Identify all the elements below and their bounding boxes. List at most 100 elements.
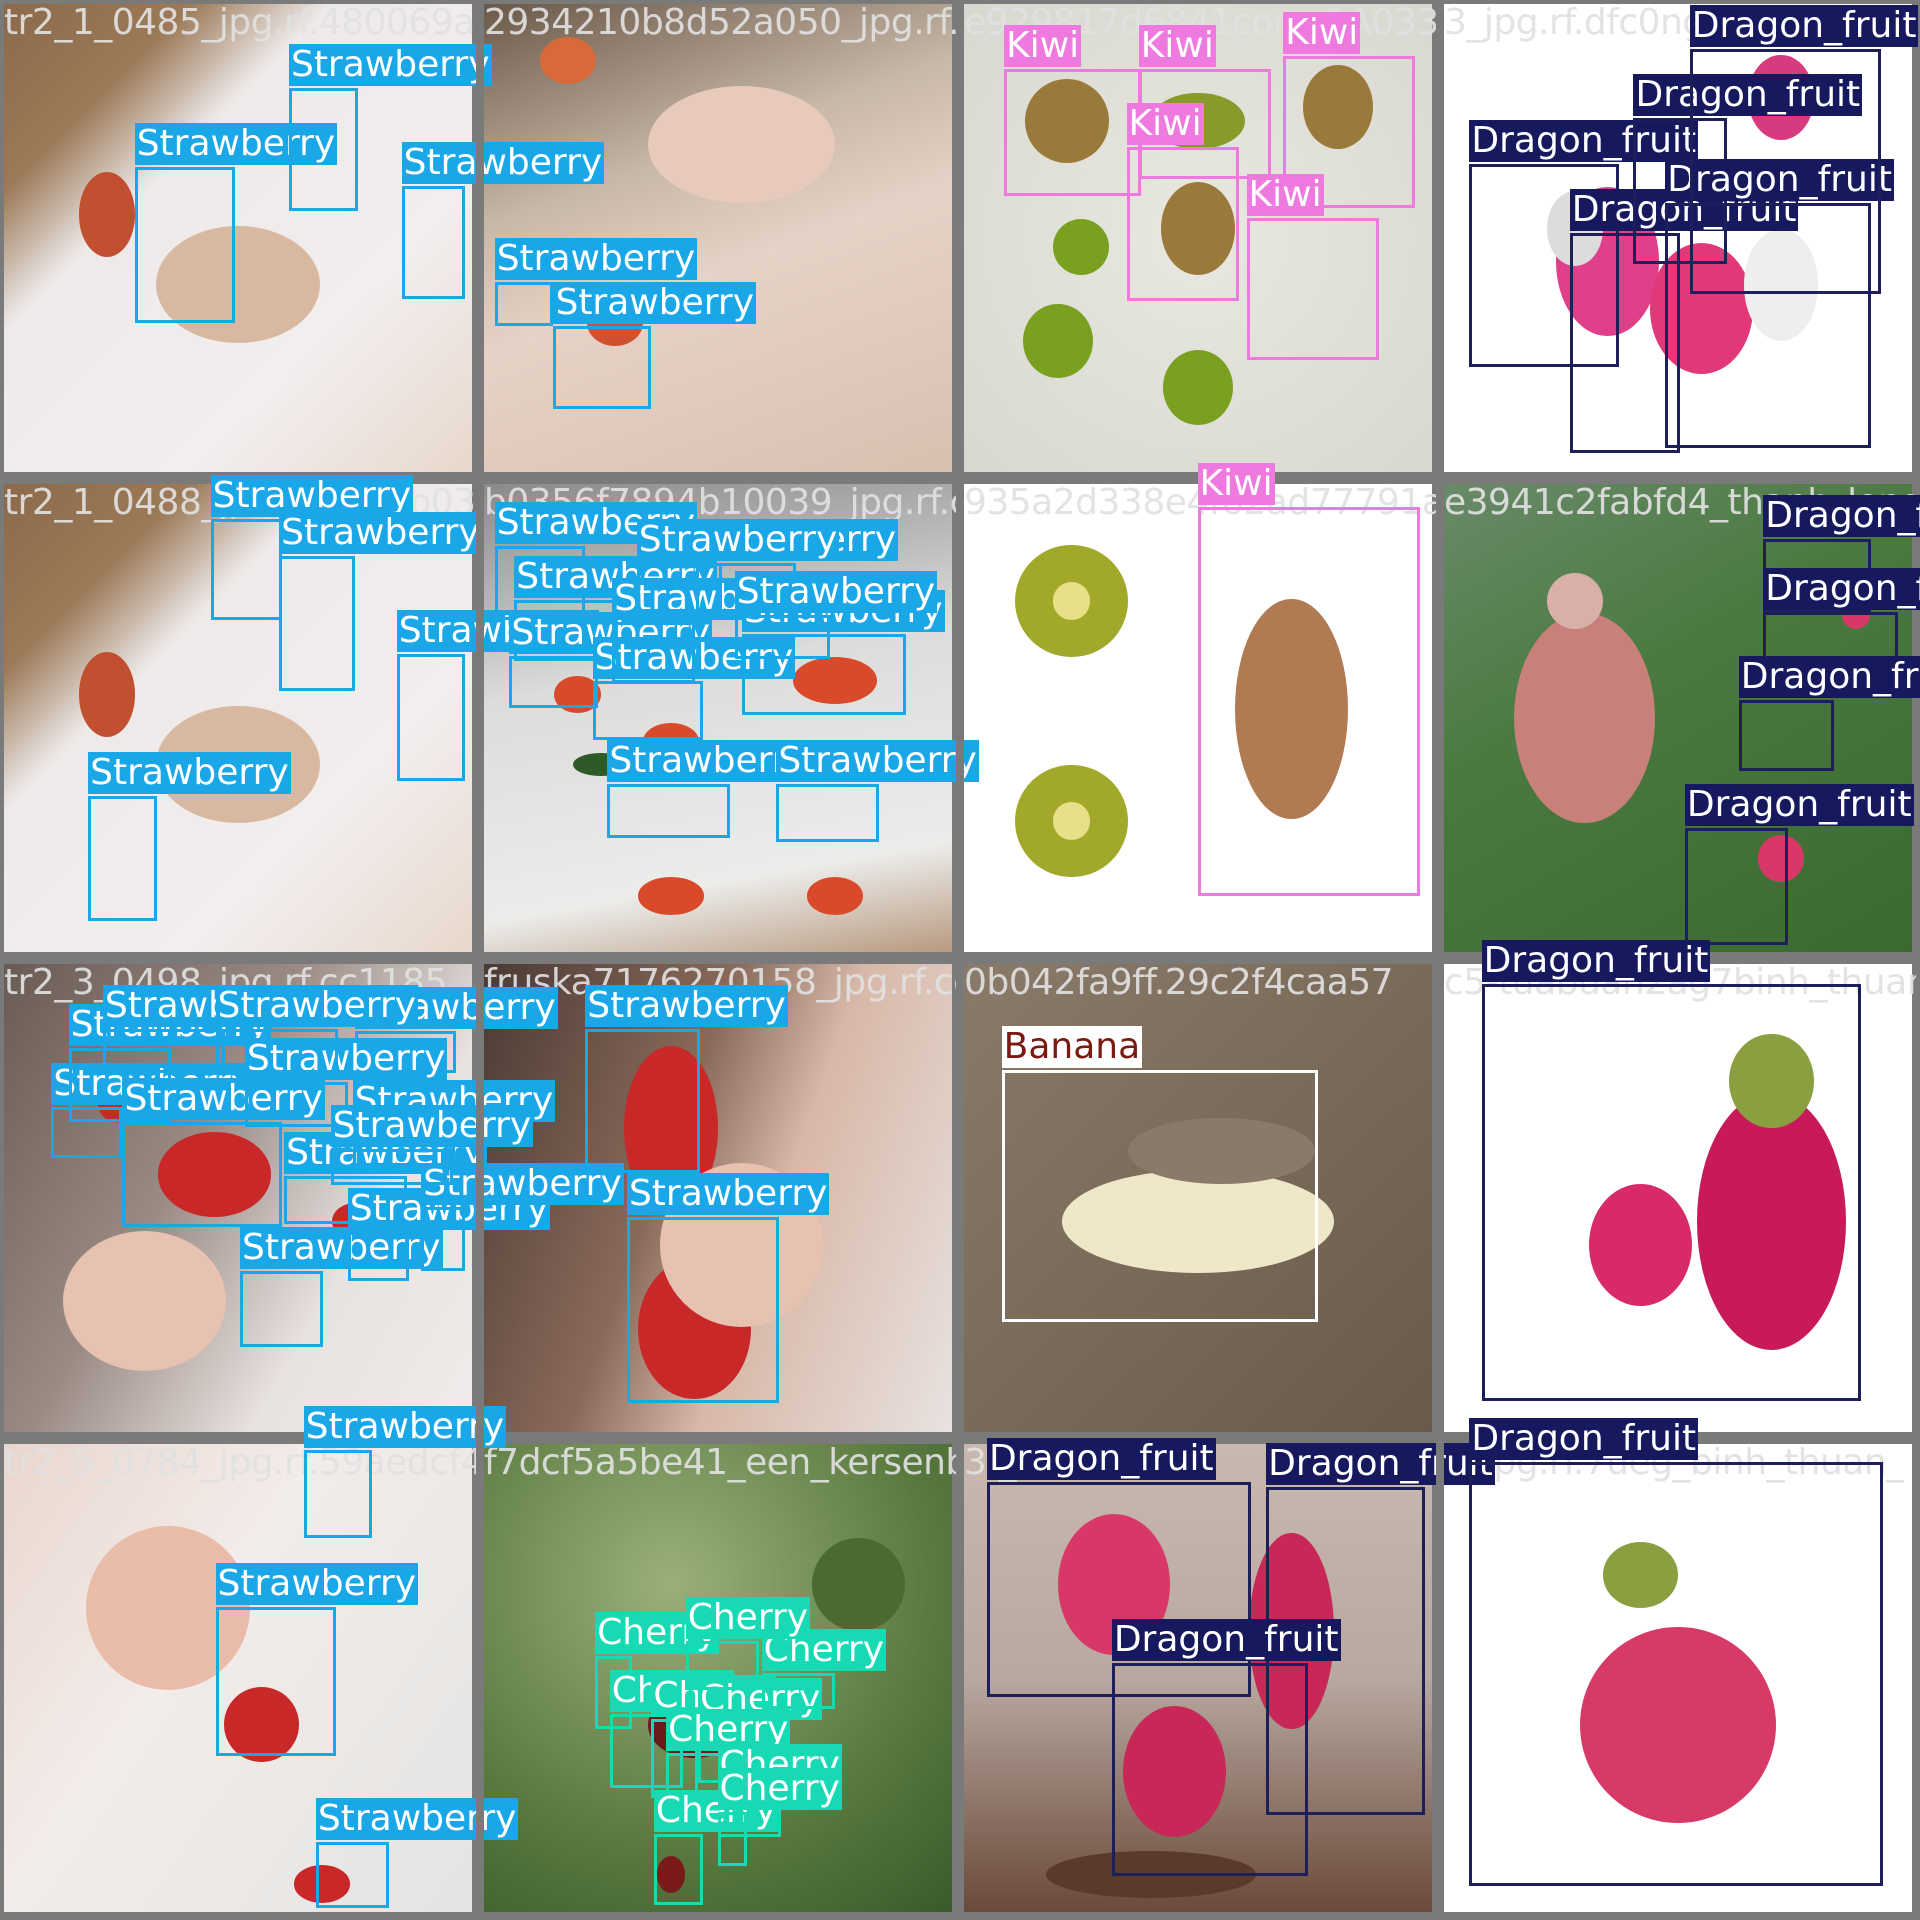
detection-box — [626, 1217, 779, 1404]
detection-label: Cherry — [685, 1596, 811, 1639]
detection-box — [1126, 146, 1240, 302]
detection-box — [330, 1148, 454, 1186]
detection-box — [1111, 1662, 1308, 1876]
detection-label: Kiwi — [1138, 24, 1216, 67]
fruit-shape — [1052, 802, 1091, 840]
detection-box — [685, 1640, 760, 1690]
grid-divider — [1436, 0, 1444, 1920]
detection-box — [315, 1841, 390, 1908]
detection-label: Dragon_fruit — [1684, 783, 1914, 826]
detection-label: Strawberry — [215, 984, 419, 1027]
grid-divider — [476, 0, 484, 1920]
detection-box — [210, 519, 282, 620]
detection-box — [288, 88, 358, 211]
detection-label: Banana — [1001, 1026, 1143, 1069]
detection-box — [607, 783, 730, 838]
detection-label: Kiwi — [1126, 102, 1204, 145]
fruit-shape — [1022, 303, 1093, 379]
detection-label: Kiwi — [1246, 173, 1324, 216]
detection-label: Strawberry — [401, 142, 605, 185]
detection-label: Kiwi — [1197, 462, 1275, 505]
detection-box — [553, 325, 652, 409]
detection-label: Strawberry — [585, 984, 788, 1027]
detection-box — [1684, 827, 1788, 946]
detection-box — [761, 1672, 836, 1710]
detection-box — [717, 1812, 747, 1867]
detection-label: Strawberry — [553, 281, 757, 324]
fruit-shape — [806, 877, 864, 915]
detection-label: Dragon_fruit — [1266, 1442, 1495, 1485]
detection-box — [653, 1834, 703, 1906]
detection-box — [1001, 1070, 1318, 1323]
detection-box — [347, 1231, 409, 1281]
detection-label: Cherry — [717, 1768, 842, 1811]
detection-box — [1569, 232, 1680, 454]
detection-box — [592, 680, 703, 740]
detection-box — [279, 555, 356, 691]
detection-box — [494, 281, 554, 326]
detection-label: Strawberry — [210, 475, 414, 518]
fruit-shape — [647, 85, 835, 203]
detection-label: Strawberry — [734, 570, 938, 613]
detection-label: Strawberry — [88, 751, 291, 794]
fruit-shape — [78, 652, 136, 737]
tile-filename: 3_jpg.rf.dfc0ng — [1444, 2, 1705, 43]
detection-label: Dragon_fruit — [1763, 494, 1920, 537]
fruit-shape — [1162, 350, 1234, 426]
grid-divider — [956, 0, 964, 1920]
detection-box — [88, 795, 157, 921]
detection-box — [1689, 48, 1881, 294]
detection-label: Strawberry — [279, 511, 482, 554]
fruit-shape — [62, 1230, 227, 1372]
detection-box — [1197, 506, 1421, 897]
detection-box — [612, 622, 696, 684]
detection-box — [734, 614, 831, 659]
detection-box — [1469, 1462, 1884, 1886]
detection-box — [122, 1121, 282, 1227]
detection-label: Strawberry — [636, 519, 840, 562]
detection-label: Dragon_fruit — [1111, 1618, 1341, 1661]
detection-box — [102, 1028, 226, 1073]
tile-filename: 2934210b8d52a050_jpg.rf.1d40e — [484, 2, 956, 43]
detection-label: Strawberry — [240, 1227, 443, 1270]
detection-label: Strawberry — [215, 1562, 419, 1605]
fruit-shape — [78, 172, 136, 257]
detection-label: Strawberry — [494, 237, 698, 280]
detection-box — [134, 166, 236, 324]
detection-box — [421, 1207, 466, 1272]
detection-label: Dragon_fruit — [1689, 4, 1919, 47]
detection-label: Dragon_fruit — [1481, 940, 1711, 983]
detection-label: Strawberry — [776, 739, 979, 782]
detection-label: Kiwi — [1004, 24, 1082, 67]
detection-label: Strawberry — [288, 44, 492, 87]
fruit-shape — [1514, 612, 1655, 824]
fruit-shape — [1546, 572, 1604, 630]
detection-box — [776, 783, 880, 843]
detection-label: Kiwi — [1283, 12, 1361, 55]
detection-label: Dragon_fruit — [1763, 568, 1920, 611]
detection-box — [1004, 68, 1142, 196]
detection-label: Dragon_fruit — [1469, 1418, 1699, 1461]
detection-box — [303, 1449, 373, 1538]
detection-box — [585, 1028, 701, 1174]
detection-box — [1481, 984, 1862, 1401]
detection-box — [215, 1606, 336, 1756]
detection-label: Dragon_fruit — [1738, 656, 1920, 699]
detection-label: Strawberry — [330, 1104, 534, 1147]
tile-filename: f7dcf5a5be41_een_kersenb — [484, 1442, 956, 1483]
fruit-shape — [1052, 582, 1091, 620]
detection-label: Dragon_fruit — [986, 1437, 1216, 1480]
fruit-shape — [638, 877, 704, 915]
fruit-shape — [1052, 219, 1110, 276]
tile-filename: 0b042fa9ff.29c2f4caa57 — [964, 962, 1394, 1003]
detection-box — [1738, 700, 1835, 772]
detection-box — [240, 1271, 324, 1347]
detection-label: Strawberry — [315, 1797, 519, 1840]
detection-box — [509, 656, 598, 708]
detection-box — [636, 563, 723, 613]
fruit-shape — [811, 1537, 906, 1632]
detection-label: Strawberry — [626, 1173, 830, 1216]
detection-box — [215, 1028, 338, 1073]
tile-filename: tr2_1_0485_jpg.rf.480069ac2954210b8d52a0… — [4, 2, 476, 43]
detection-box — [1246, 217, 1379, 360]
